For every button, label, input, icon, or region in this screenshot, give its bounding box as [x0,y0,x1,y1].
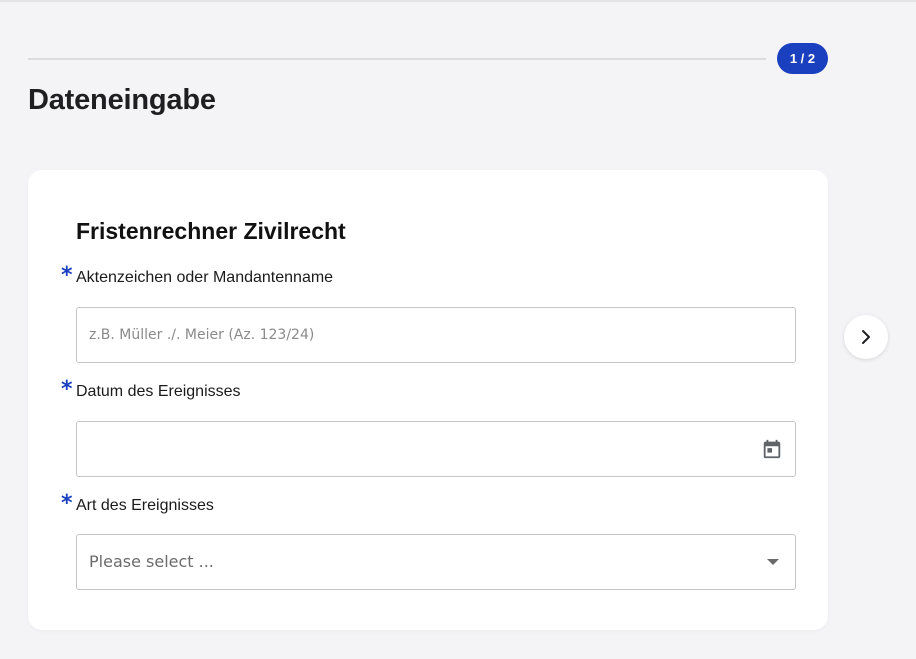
form-card: Fristenrechner Zivilrecht * Aktenzeichen… [28,170,828,630]
progress-track [28,58,766,60]
step-indicator-badge: 1 / 2 [777,43,828,74]
form-title: Fristenrechner Zivilrecht [76,218,346,244]
case-reference-label: Aktenzeichen oder Mandantenname [76,269,334,286]
top-divider [0,0,916,2]
calendar-icon[interactable] [761,438,783,460]
case-reference-input[interactable] [77,308,795,362]
required-marker: * [61,491,73,516]
event-type-label: Art des Ereignisses [76,497,214,514]
required-marker: * [61,377,73,402]
event-type-selected-value: Please select ... [89,552,214,571]
page-title: Dateneingabe [28,84,216,116]
event-date-input[interactable] [77,422,795,476]
case-reference-field[interactable] [76,307,796,363]
required-marker: * [61,263,73,288]
event-date-label: Datum des Ereignisses [76,383,241,400]
chevron-down-icon[interactable] [767,559,779,565]
event-date-field[interactable] [76,421,796,477]
event-type-select[interactable]: Please select ... [76,534,796,590]
next-step-button[interactable] [844,315,888,359]
chevron-right-icon [862,330,870,344]
